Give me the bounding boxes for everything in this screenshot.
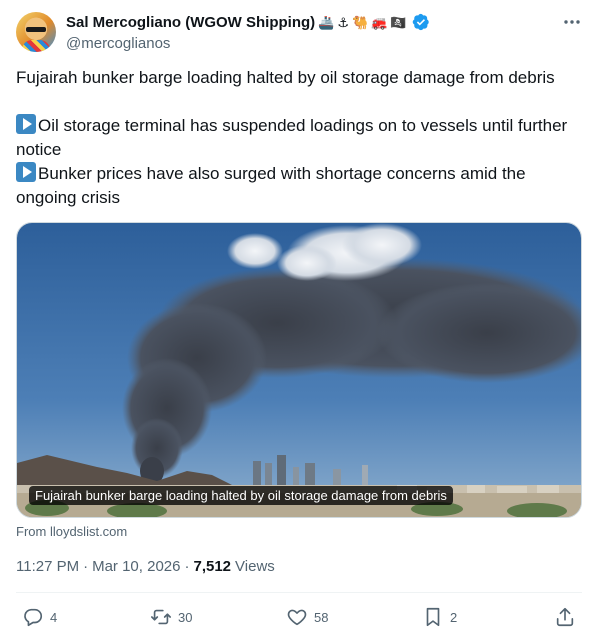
- author-name-row[interactable]: Sal Mercogliano (WGOW Shipping) 🚢 ⚓ 🐫 🚒 …: [66, 12, 430, 32]
- camel-emoji: 🐫: [352, 14, 369, 30]
- bookmark-icon: [426, 607, 440, 627]
- smoke-plume-photo: [17, 223, 581, 517]
- repost-icon: [151, 609, 171, 625]
- tweet-bullet-1-text: Oil storage terminal has suspended loadi…: [16, 116, 568, 159]
- action-bar: 4 30 58 2: [16, 606, 582, 632]
- avatar[interactable]: [16, 12, 56, 52]
- bookmark-count: 2: [450, 609, 458, 625]
- ship-emoji: 🚢: [318, 14, 335, 30]
- tweet-time[interactable]: 11:27 PM: [16, 558, 79, 575]
- tweet-bullet-2: Bunker prices have also surged with shor…: [16, 162, 578, 210]
- share-icon: [556, 607, 574, 627]
- play-button-emoji-icon: [16, 162, 36, 182]
- meta-separator: ·: [184, 558, 190, 575]
- tweet-text: Fujairah bunker barge loading halted by …: [16, 66, 578, 210]
- anchor-emoji: ⚓: [337, 14, 349, 30]
- bookmark-button[interactable]: 2: [422, 606, 457, 628]
- views-count: 7,512: [193, 558, 232, 575]
- reply-count: 4: [50, 609, 58, 625]
- tweet-bullet-2-text: Bunker prices have also surged with shor…: [16, 164, 526, 207]
- share-button[interactable]: [554, 606, 576, 628]
- like-button[interactable]: 58: [286, 606, 328, 628]
- link-card[interactable]: Fujairah bunker barge loading halted by …: [16, 222, 582, 518]
- tweet-card: Sal Mercogliano (WGOW Shipping) 🚢 ⚓ 🐫 🚒 …: [0, 0, 598, 642]
- tweet-date[interactable]: Mar 10, 2026: [92, 558, 180, 575]
- reply-button[interactable]: 4: [22, 606, 57, 628]
- author-handle[interactable]: @mercoglianos: [66, 35, 170, 52]
- card-source-link[interactable]: From lloydslist.com: [16, 524, 127, 539]
- tweet-meta: 11:27 PM · Mar 10, 2026 · 7,512 Views: [16, 558, 275, 575]
- repost-button[interactable]: 30: [150, 606, 192, 628]
- tweet-bullet-1: Oil storage terminal has suspended loadi…: [16, 114, 578, 162]
- avatar-shirt: [22, 40, 50, 52]
- views-label: Views: [235, 558, 275, 575]
- heart-icon: [287, 609, 307, 626]
- card-caption: Fujairah bunker barge loading halted by …: [29, 486, 453, 505]
- more-dots-icon: [564, 20, 580, 24]
- fire-engine-emoji: 🚒: [371, 14, 388, 30]
- author-display-name[interactable]: Sal Mercogliano (WGOW Shipping): [66, 14, 315, 31]
- tweet-headline: Fujairah bunker barge loading halted by …: [16, 68, 555, 87]
- play-button-emoji-icon: [16, 114, 36, 134]
- avatar-glasses: [26, 27, 46, 32]
- divider: [16, 592, 582, 593]
- like-count: 58: [314, 609, 329, 625]
- verified-badge-icon: [412, 13, 429, 31]
- reply-icon: [24, 608, 43, 627]
- more-options-button[interactable]: [560, 10, 584, 34]
- pirate-flag-emoji: 🏴‍☠️: [390, 14, 407, 30]
- repost-count: 30: [178, 609, 193, 625]
- meta-separator: ·: [83, 558, 89, 575]
